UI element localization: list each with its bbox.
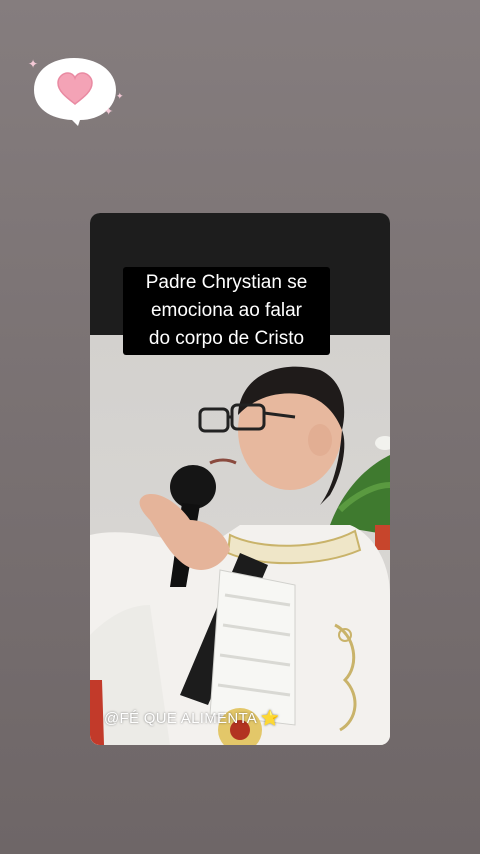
sparkle-icon: ✦: [116, 91, 124, 101]
heart-bubble-sticker: ✦ ✦ ✦: [26, 52, 126, 132]
sparkle-icon: ✦: [28, 57, 39, 71]
priest-illustration: [90, 366, 390, 745]
caption-line-3: do corpo de Cristo: [148, 328, 305, 349]
heart-speech-bubble-icon: [34, 58, 116, 126]
caption-line-1: Padre Chrystian se: [145, 272, 308, 293]
video-scene: [90, 335, 390, 745]
caption-line-2: emociona ao falar: [150, 300, 303, 321]
sparkle-icon: ✦: [104, 106, 114, 118]
watermark-text: @FÉ QUE ALIMENTA: [104, 710, 257, 727]
story-video-card[interactable]: Padre Chrystian se emociona ao falar do …: [90, 213, 390, 745]
story-caption: Padre Chrystian se emociona ao falar do …: [123, 267, 330, 355]
star-icon: ⭐: [260, 710, 280, 727]
account-watermark: @FÉ QUE ALIMENTA ⭐: [104, 709, 280, 727]
